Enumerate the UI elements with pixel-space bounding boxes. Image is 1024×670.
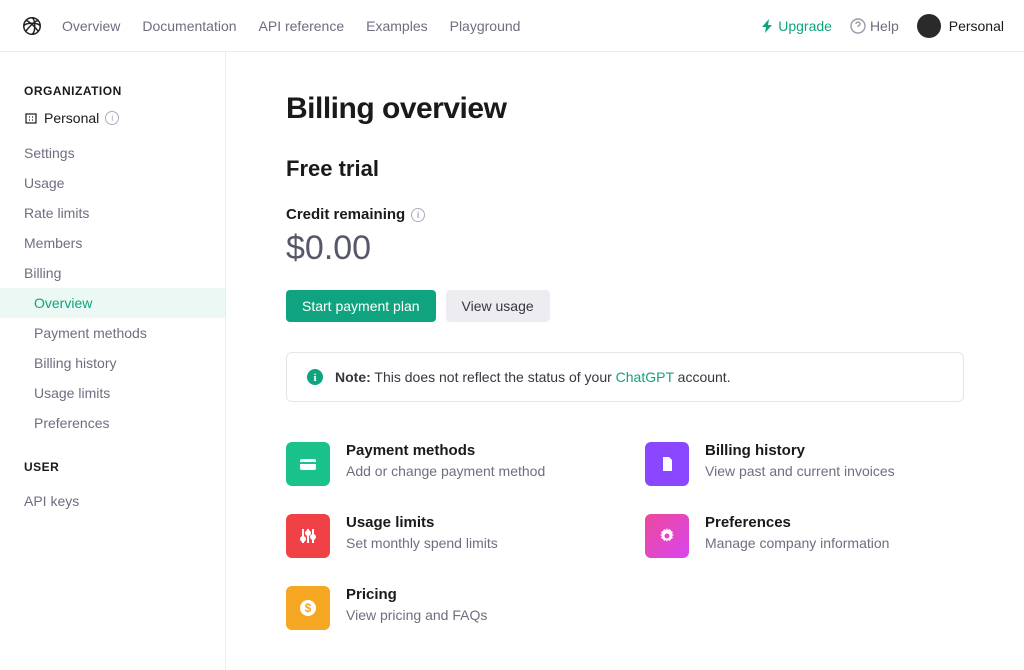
building-icon [24,111,38,125]
card-title: Billing history [705,442,895,459]
sidebar-item-usage[interactable]: Usage [0,168,225,198]
dollar-icon: $ [286,586,330,630]
card-payment-methods[interactable]: Payment methods Add or change payment me… [286,442,605,486]
nav-examples[interactable]: Examples [366,18,427,34]
sidebar-org-heading: ORGANIZATION [0,84,225,110]
card-usage-limits[interactable]: Usage limits Set monthly spend limits [286,514,605,558]
sidebar-user-heading: USER [0,460,225,486]
help-label: Help [870,18,899,34]
card-subtitle: Set monthly spend limits [346,535,498,551]
card-subtitle: Add or change payment method [346,463,545,479]
gear-icon [645,514,689,558]
svg-text:$: $ [305,601,312,615]
card-subtitle: View past and current invoices [705,463,895,479]
sidebar: ORGANIZATION Personal i Settings Usage R… [0,52,226,670]
nav-right: Upgrade Help Personal [762,14,1004,38]
nav-api-reference[interactable]: API reference [259,18,345,34]
card-body: Usage limits Set monthly spend limits [346,514,498,551]
main-content: Billing overview Free trial Credit remai… [226,52,1024,670]
nav-documentation[interactable]: Documentation [142,18,236,34]
cards-grid: Payment methods Add or change payment me… [286,442,964,630]
card-subtitle: View pricing and FAQs [346,607,487,623]
sidebar-item-billing-history[interactable]: Billing history [0,348,225,378]
note-banner: i Note: This does not reflect the status… [286,352,964,402]
card-billing-history[interactable]: Billing history View past and current in… [645,442,964,486]
sidebar-org-name: Personal [44,110,99,126]
sidebar-item-usage-limits[interactable]: Usage limits [0,378,225,408]
upgrade-link[interactable]: Upgrade [762,18,832,34]
layout: ORGANIZATION Personal i Settings Usage R… [0,52,1024,670]
card-body: Preferences Manage company information [705,514,889,551]
svg-text:i: i [313,372,316,384]
chatgpt-link[interactable]: ChatGPT [616,369,674,385]
note-text-1: This does not reflect the status of your [371,369,616,385]
sidebar-item-preferences[interactable]: Preferences [0,408,225,438]
button-row: Start payment plan View usage [286,290,964,322]
sliders-icon [286,514,330,558]
credit-card-icon [286,442,330,486]
credit-label: Credit remaining i [286,206,964,223]
upgrade-label: Upgrade [778,18,832,34]
card-title: Payment methods [346,442,545,459]
note-text-2: account. [674,369,731,385]
credit-label-text: Credit remaining [286,206,405,223]
start-payment-plan-button[interactable]: Start payment plan [286,290,436,322]
card-body: Payment methods Add or change payment me… [346,442,545,479]
card-title: Pricing [346,586,487,603]
help-link[interactable]: Help [850,18,899,34]
card-pricing[interactable]: $ Pricing View pricing and FAQs [286,586,605,630]
sidebar-org-section: ORGANIZATION Personal i Settings Usage R… [0,84,225,438]
view-usage-button[interactable]: View usage [446,290,550,322]
card-title: Usage limits [346,514,498,531]
sidebar-item-members[interactable]: Members [0,228,225,258]
help-icon [850,18,866,34]
lightning-icon [762,19,774,33]
nav-playground[interactable]: Playground [450,18,521,34]
sidebar-item-rate-limits[interactable]: Rate limits [0,198,225,228]
sidebar-org-selector[interactable]: Personal i [0,110,225,138]
card-preferences[interactable]: Preferences Manage company information [645,514,964,558]
card-body: Billing history View past and current in… [705,442,895,479]
top-nav: Overview Documentation API reference Exa… [0,0,1024,52]
sidebar-item-payment-methods[interactable]: Payment methods [0,318,225,348]
sidebar-item-api-keys[interactable]: API keys [0,486,225,516]
document-icon [645,442,689,486]
sidebar-item-settings[interactable]: Settings [0,138,225,168]
account-label: Personal [949,18,1004,34]
account-menu[interactable]: Personal [917,14,1004,38]
card-subtitle: Manage company information [705,535,889,551]
credit-value: $0.00 [286,229,964,268]
note-prefix: Note: [335,369,371,385]
plan-heading: Free trial [286,156,964,182]
nav-overview[interactable]: Overview [62,18,120,34]
sidebar-item-billing[interactable]: Billing [0,258,225,288]
card-body: Pricing View pricing and FAQs [346,586,487,623]
sidebar-item-billing-overview[interactable]: Overview [0,288,225,318]
page-title: Billing overview [286,92,964,126]
sidebar-user-section: USER API keys [0,460,225,516]
note-text: Note: This does not reflect the status o… [335,369,731,385]
avatar [917,14,941,38]
nav-links: Overview Documentation API reference Exa… [62,18,520,34]
info-icon: i [307,369,323,385]
info-icon[interactable]: i [105,111,119,125]
card-title: Preferences [705,514,889,531]
openai-logo-icon[interactable] [20,14,44,38]
info-icon[interactable]: i [411,208,425,222]
